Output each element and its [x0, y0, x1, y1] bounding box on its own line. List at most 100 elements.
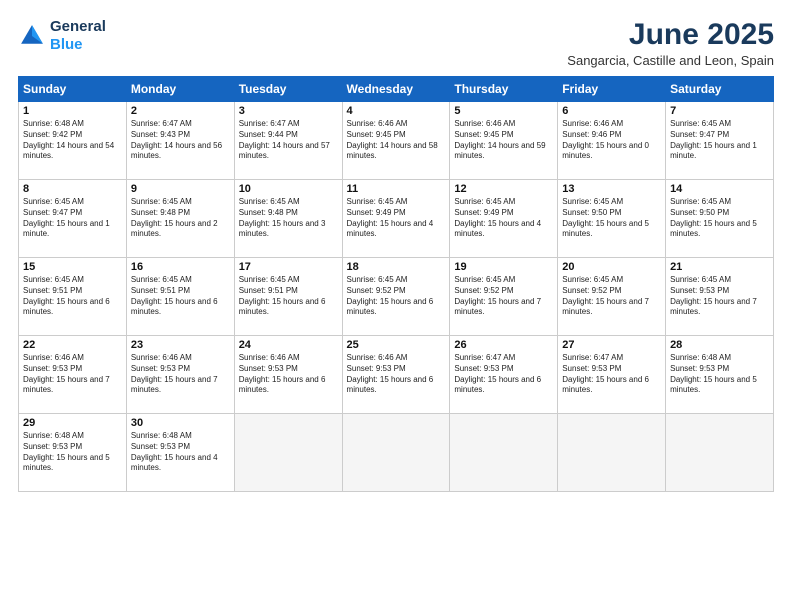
cell-0-2: 3 Sunrise: 6:47 AMSunset: 9:44 PMDayligh…: [234, 102, 342, 180]
day-number: 10: [239, 183, 338, 195]
cell-1-1: 9 Sunrise: 6:45 AMSunset: 9:48 PMDayligh…: [126, 180, 234, 258]
day-number: 1: [23, 105, 122, 117]
day-number: 29: [23, 417, 122, 429]
cell-4-3: [342, 414, 450, 492]
cell-0-3: 4 Sunrise: 6:46 AMSunset: 9:45 PMDayligh…: [342, 102, 450, 180]
day-number: 20: [562, 261, 661, 273]
cell-info: Sunrise: 6:46 AMSunset: 9:53 PMDaylight:…: [131, 353, 230, 396]
day-number: 16: [131, 261, 230, 273]
day-number: 6: [562, 105, 661, 117]
cell-3-3: 25 Sunrise: 6:46 AMSunset: 9:53 PMDaylig…: [342, 336, 450, 414]
cell-3-0: 22 Sunrise: 6:46 AMSunset: 9:53 PMDaylig…: [19, 336, 127, 414]
cell-0-4: 5 Sunrise: 6:46 AMSunset: 9:45 PMDayligh…: [450, 102, 558, 180]
cell-2-4: 19 Sunrise: 6:45 AMSunset: 9:52 PMDaylig…: [450, 258, 558, 336]
cell-info: Sunrise: 6:47 AMSunset: 9:43 PMDaylight:…: [131, 119, 230, 162]
cell-0-6: 7 Sunrise: 6:45 AMSunset: 9:47 PMDayligh…: [666, 102, 774, 180]
header: General Blue June 2025 Sangarcia, Castil…: [18, 18, 774, 68]
day-number: 24: [239, 339, 338, 351]
day-number: 30: [131, 417, 230, 429]
calendar-table: Sunday Monday Tuesday Wednesday Thursday…: [18, 76, 774, 492]
col-sunday: Sunday: [19, 77, 127, 102]
week-row-4: 22 Sunrise: 6:46 AMSunset: 9:53 PMDaylig…: [19, 336, 774, 414]
logo-blue: Blue: [50, 36, 83, 53]
cell-info: Sunrise: 6:45 AMSunset: 9:50 PMDaylight:…: [670, 197, 769, 240]
cell-1-6: 14 Sunrise: 6:45 AMSunset: 9:50 PMDaylig…: [666, 180, 774, 258]
day-number: 7: [670, 105, 769, 117]
cell-0-5: 6 Sunrise: 6:46 AMSunset: 9:46 PMDayligh…: [558, 102, 666, 180]
day-number: 9: [131, 183, 230, 195]
cell-info: Sunrise: 6:47 AMSunset: 9:53 PMDaylight:…: [454, 353, 553, 396]
cell-info: Sunrise: 6:45 AMSunset: 9:51 PMDaylight:…: [131, 275, 230, 318]
cell-info: Sunrise: 6:45 AMSunset: 9:51 PMDaylight:…: [23, 275, 122, 318]
cell-info: Sunrise: 6:45 AMSunset: 9:49 PMDaylight:…: [454, 197, 553, 240]
cell-2-6: 21 Sunrise: 6:45 AMSunset: 9:53 PMDaylig…: [666, 258, 774, 336]
cell-0-1: 2 Sunrise: 6:47 AMSunset: 9:43 PMDayligh…: [126, 102, 234, 180]
cell-1-4: 12 Sunrise: 6:45 AMSunset: 9:49 PMDaylig…: [450, 180, 558, 258]
cell-2-1: 16 Sunrise: 6:45 AMSunset: 9:51 PMDaylig…: [126, 258, 234, 336]
day-number: 19: [454, 261, 553, 273]
cell-1-0: 8 Sunrise: 6:45 AMSunset: 9:47 PMDayligh…: [19, 180, 127, 258]
cell-info: Sunrise: 6:46 AMSunset: 9:46 PMDaylight:…: [562, 119, 661, 162]
cell-info: Sunrise: 6:45 AMSunset: 9:50 PMDaylight:…: [562, 197, 661, 240]
day-number: 22: [23, 339, 122, 351]
cell-info: Sunrise: 6:45 AMSunset: 9:52 PMDaylight:…: [562, 275, 661, 318]
cell-info: Sunrise: 6:45 AMSunset: 9:52 PMDaylight:…: [347, 275, 446, 318]
calendar-body: 1 Sunrise: 6:48 AMSunset: 9:42 PMDayligh…: [19, 102, 774, 492]
cell-4-2: [234, 414, 342, 492]
cell-info: Sunrise: 6:45 AMSunset: 9:48 PMDaylight:…: [131, 197, 230, 240]
cell-3-1: 23 Sunrise: 6:46 AMSunset: 9:53 PMDaylig…: [126, 336, 234, 414]
subtitle: Sangarcia, Castille and Leon, Spain: [567, 53, 774, 68]
cell-info: Sunrise: 6:45 AMSunset: 9:47 PMDaylight:…: [670, 119, 769, 162]
day-number: 5: [454, 105, 553, 117]
cell-info: Sunrise: 6:45 AMSunset: 9:49 PMDaylight:…: [347, 197, 446, 240]
cell-3-5: 27 Sunrise: 6:47 AMSunset: 9:53 PMDaylig…: [558, 336, 666, 414]
cell-4-4: [450, 414, 558, 492]
cell-info: Sunrise: 6:47 AMSunset: 9:53 PMDaylight:…: [562, 353, 661, 396]
cell-info: Sunrise: 6:45 AMSunset: 9:53 PMDaylight:…: [670, 275, 769, 318]
cell-info: Sunrise: 6:46 AMSunset: 9:45 PMDaylight:…: [347, 119, 446, 162]
cell-0-0: 1 Sunrise: 6:48 AMSunset: 9:42 PMDayligh…: [19, 102, 127, 180]
cell-4-6: [666, 414, 774, 492]
cell-1-5: 13 Sunrise: 6:45 AMSunset: 9:50 PMDaylig…: [558, 180, 666, 258]
week-row-1: 1 Sunrise: 6:48 AMSunset: 9:42 PMDayligh…: [19, 102, 774, 180]
day-number: 18: [347, 261, 446, 273]
day-number: 21: [670, 261, 769, 273]
cell-info: Sunrise: 6:48 AMSunset: 9:53 PMDaylight:…: [131, 431, 230, 474]
cell-3-6: 28 Sunrise: 6:48 AMSunset: 9:53 PMDaylig…: [666, 336, 774, 414]
day-number: 12: [454, 183, 553, 195]
cell-info: Sunrise: 6:46 AMSunset: 9:53 PMDaylight:…: [23, 353, 122, 396]
cell-info: Sunrise: 6:45 AMSunset: 9:51 PMDaylight:…: [239, 275, 338, 318]
col-monday: Monday: [126, 77, 234, 102]
cell-2-0: 15 Sunrise: 6:45 AMSunset: 9:51 PMDaylig…: [19, 258, 127, 336]
cell-4-1: 30 Sunrise: 6:48 AMSunset: 9:53 PMDaylig…: [126, 414, 234, 492]
cell-1-2: 10 Sunrise: 6:45 AMSunset: 9:48 PMDaylig…: [234, 180, 342, 258]
logo-text: General Blue: [50, 18, 106, 54]
cell-info: Sunrise: 6:48 AMSunset: 9:53 PMDaylight:…: [23, 431, 122, 474]
col-saturday: Saturday: [666, 77, 774, 102]
day-number: 25: [347, 339, 446, 351]
cell-4-5: [558, 414, 666, 492]
month-title: June 2025: [567, 18, 774, 51]
col-wednesday: Wednesday: [342, 77, 450, 102]
cell-info: Sunrise: 6:48 AMSunset: 9:42 PMDaylight:…: [23, 119, 122, 162]
logo: General Blue: [18, 18, 106, 54]
title-area: June 2025 Sangarcia, Castille and Leon, …: [567, 18, 774, 68]
week-row-3: 15 Sunrise: 6:45 AMSunset: 9:51 PMDaylig…: [19, 258, 774, 336]
day-number: 27: [562, 339, 661, 351]
cell-info: Sunrise: 6:46 AMSunset: 9:53 PMDaylight:…: [347, 353, 446, 396]
cell-info: Sunrise: 6:45 AMSunset: 9:52 PMDaylight:…: [454, 275, 553, 318]
day-number: 26: [454, 339, 553, 351]
day-number: 11: [347, 183, 446, 195]
cell-3-2: 24 Sunrise: 6:46 AMSunset: 9:53 PMDaylig…: [234, 336, 342, 414]
col-thursday: Thursday: [450, 77, 558, 102]
header-row: Sunday Monday Tuesday Wednesday Thursday…: [19, 77, 774, 102]
cell-4-0: 29 Sunrise: 6:48 AMSunset: 9:53 PMDaylig…: [19, 414, 127, 492]
col-friday: Friday: [558, 77, 666, 102]
cell-info: Sunrise: 6:45 AMSunset: 9:47 PMDaylight:…: [23, 197, 122, 240]
cell-2-3: 18 Sunrise: 6:45 AMSunset: 9:52 PMDaylig…: [342, 258, 450, 336]
cell-info: Sunrise: 6:45 AMSunset: 9:48 PMDaylight:…: [239, 197, 338, 240]
cell-info: Sunrise: 6:46 AMSunset: 9:45 PMDaylight:…: [454, 119, 553, 162]
day-number: 3: [239, 105, 338, 117]
cell-info: Sunrise: 6:46 AMSunset: 9:53 PMDaylight:…: [239, 353, 338, 396]
cell-1-3: 11 Sunrise: 6:45 AMSunset: 9:49 PMDaylig…: [342, 180, 450, 258]
